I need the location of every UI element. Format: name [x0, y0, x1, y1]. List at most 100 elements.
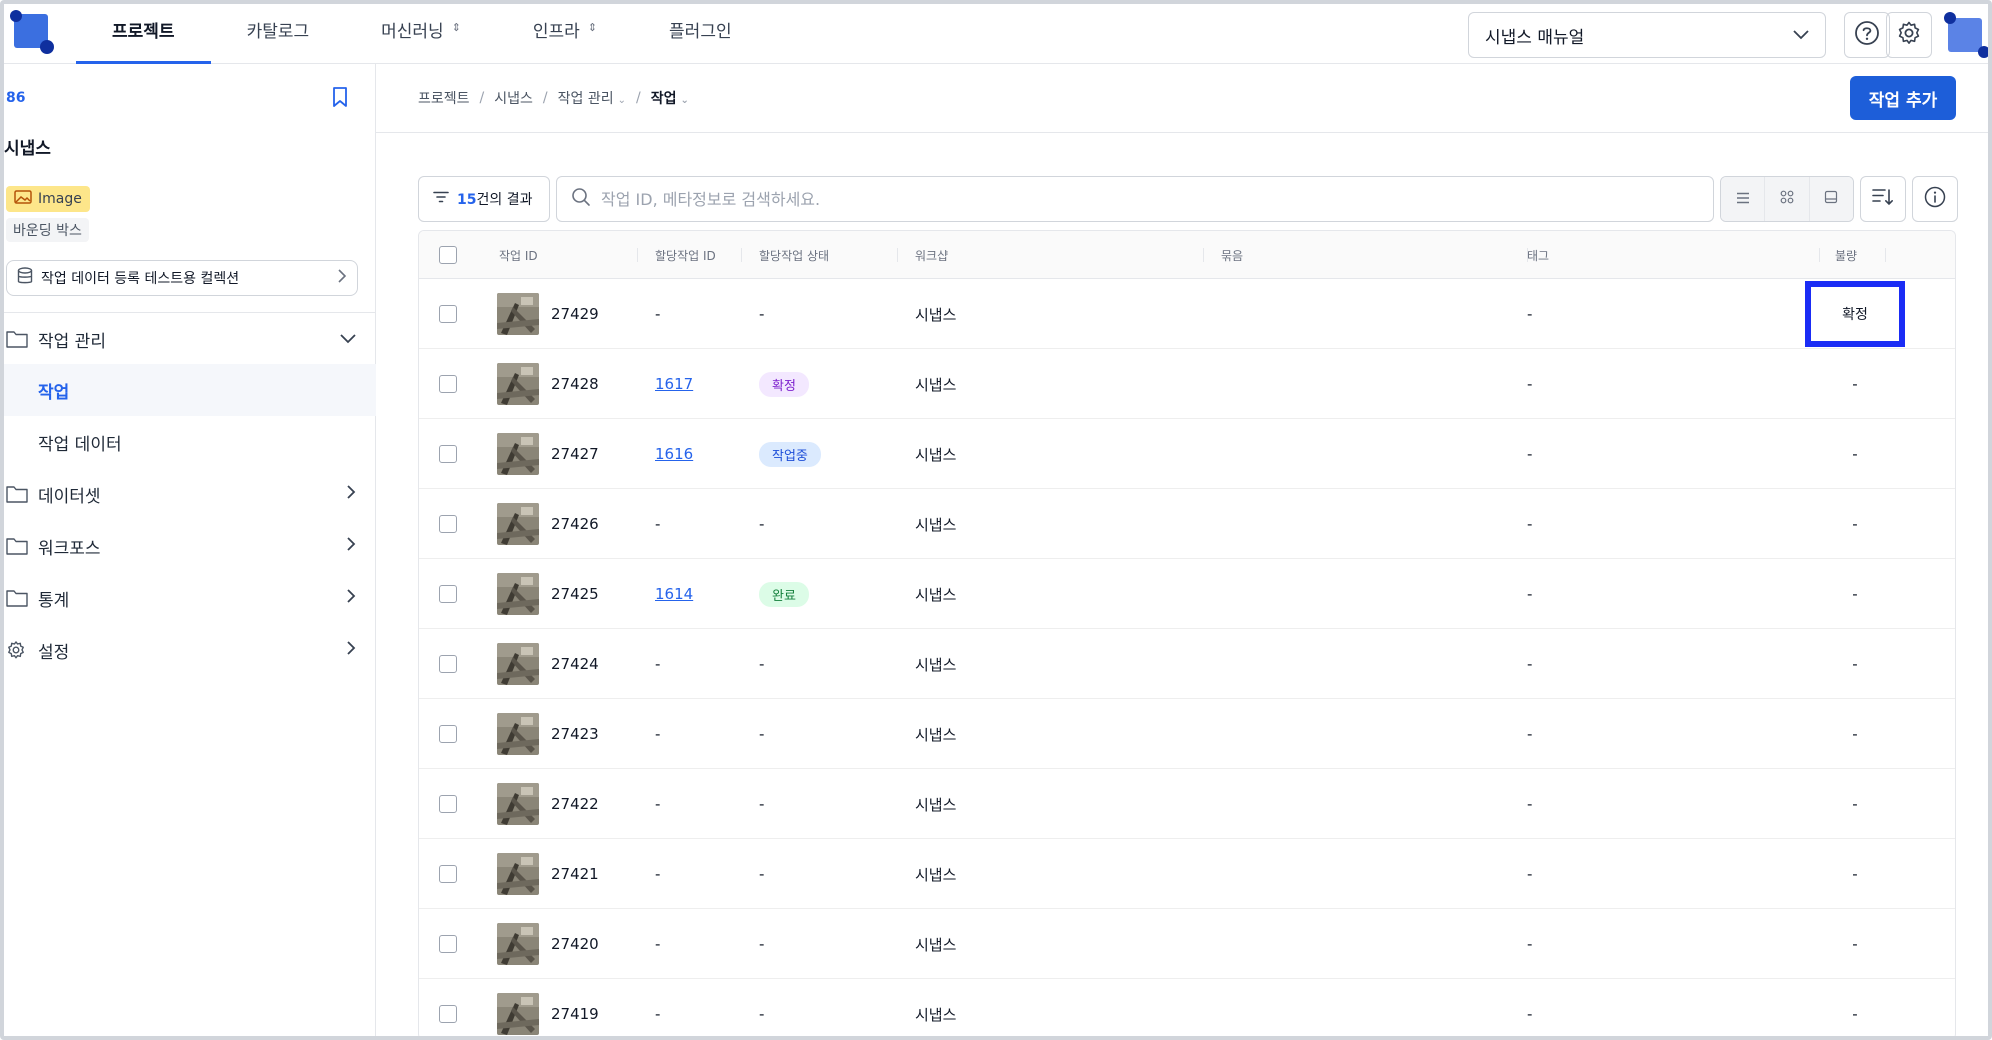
tab-project[interactable]: 프로젝트 — [76, 0, 211, 64]
assign-id-link[interactable]: 1616 — [655, 445, 693, 463]
task-thumbnail[interactable] — [497, 503, 539, 545]
row-checkbox[interactable] — [439, 935, 457, 953]
table-row[interactable]: 27422 - - 시냅스 - - — [419, 769, 1955, 839]
breadcrumb-item-project[interactable]: 프로젝트 — [418, 88, 470, 108]
help-button[interactable] — [1844, 12, 1890, 58]
table-row[interactable]: 27426 - - 시냅스 - - — [419, 489, 1955, 559]
task-thumbnail[interactable] — [497, 293, 539, 335]
task-thumbnail[interactable] — [497, 853, 539, 895]
select-all-checkbox[interactable] — [439, 246, 457, 264]
sidebar-item-dataset[interactable]: 데이터셋 — [0, 469, 376, 519]
search-input[interactable] — [601, 189, 1699, 209]
table-row[interactable]: 27419 - - 시냅스 - - — [419, 979, 1955, 1040]
sidebar-item-statistics[interactable]: 통계 — [0, 573, 376, 623]
column-header-assign-status[interactable]: 할당작업 상태 — [759, 231, 829, 279]
assign-status-cell: - — [759, 515, 765, 533]
task-id-cell[interactable]: 27425 — [551, 559, 599, 629]
assign-id-link[interactable]: 1617 — [655, 375, 693, 393]
breadcrumb-item-synapse[interactable]: 시냅스 — [494, 88, 533, 108]
column-header-group[interactable]: 묶음 — [1221, 231, 1243, 279]
row-checkbox[interactable] — [439, 1005, 457, 1023]
table-row[interactable]: 27428 1617 확정 시냅스 - - — [419, 349, 1955, 419]
task-id-cell[interactable]: 27429 — [551, 279, 599, 349]
assign-status-cell: - — [759, 935, 765, 953]
project-select[interactable]: 시냅스 매뉴얼 — [1468, 12, 1826, 58]
task-thumbnail[interactable] — [497, 923, 539, 965]
folder-icon — [6, 589, 30, 607]
row-checkbox[interactable] — [439, 585, 457, 603]
row-checkbox[interactable] — [439, 655, 457, 673]
row-checkbox[interactable] — [439, 795, 457, 813]
task-thumbnail[interactable] — [497, 783, 539, 825]
info-button[interactable] — [1912, 176, 1958, 222]
task-id-cell[interactable]: 27424 — [551, 629, 599, 699]
card-view-button[interactable] — [1809, 177, 1853, 221]
column-header-assign-id[interactable]: 할당작업 ID — [655, 231, 716, 279]
breadcrumb-item-task-management[interactable]: 작업 관리 ⌄ — [558, 88, 626, 108]
task-id-cell[interactable]: 27419 — [551, 979, 599, 1040]
table-row[interactable]: 27424 - - 시냅스 - - — [419, 629, 1955, 699]
row-checkbox[interactable] — [439, 305, 457, 323]
chevron-right-icon — [346, 588, 356, 609]
add-task-button[interactable]: 작업 추가 — [1850, 76, 1956, 120]
column-header-flag[interactable]: 불량 — [1835, 231, 1857, 279]
sort-button[interactable] — [1860, 176, 1906, 222]
task-thumbnail[interactable] — [497, 433, 539, 475]
sidebar-item-task-management[interactable]: 작업 관리 — [0, 314, 376, 364]
grid-view-button[interactable] — [1765, 177, 1810, 221]
row-checkbox[interactable] — [439, 515, 457, 533]
task-id-cell[interactable]: 27426 — [551, 489, 599, 559]
chevron-right-icon — [346, 640, 356, 661]
row-checkbox[interactable] — [439, 725, 457, 743]
sidebar-item-settings[interactable]: 설정 — [0, 625, 376, 675]
task-thumbnail[interactable] — [497, 363, 539, 405]
collection-link[interactable]: 작업 데이터 등록 테스트용 컬렉션 — [6, 260, 358, 296]
table-row[interactable]: 27429 - - 시냅스 - 확정 — [419, 279, 1955, 349]
task-thumbnail[interactable] — [497, 993, 539, 1035]
task-id-cell[interactable]: 27421 — [551, 839, 599, 909]
breadcrumb-item-task[interactable]: 작업 ⌄ — [651, 88, 689, 108]
table-row[interactable]: 27427 1616 작업중 시냅스 - - — [419, 419, 1955, 489]
bookmark-button[interactable] — [330, 86, 350, 112]
settings-button[interactable] — [1886, 12, 1932, 58]
assign-id-link[interactable]: 1614 — [655, 585, 693, 603]
sidebar-item-label: 통계 — [38, 590, 70, 611]
tag-cell: - — [1527, 795, 1533, 813]
task-thumbnail[interactable] — [497, 713, 539, 755]
sidebar-item-task[interactable]: 작업 — [0, 364, 376, 416]
row-checkbox[interactable] — [439, 865, 457, 883]
table-row[interactable]: 27421 - - 시냅스 - - — [419, 839, 1955, 909]
grid-icon — [1780, 190, 1794, 208]
table-row[interactable]: 27420 - - 시냅스 - - — [419, 909, 1955, 979]
tab-machine-learning[interactable]: 머신러닝 ⇕ — [345, 0, 497, 64]
sidebar-item-workforce[interactable]: 워크포스 — [0, 521, 376, 571]
column-header-tag[interactable]: 태그 — [1527, 231, 1549, 279]
task-id-cell[interactable]: 27422 — [551, 769, 599, 839]
row-checkbox[interactable] — [439, 445, 457, 463]
tab-infra[interactable]: 인프라 ⇕ — [497, 0, 633, 64]
table-row[interactable]: 27425 1614 완료 시냅스 - - — [419, 559, 1955, 629]
tag-cell: - — [1527, 1005, 1533, 1023]
project-id: 86 — [6, 90, 26, 106]
folder-icon — [6, 485, 30, 503]
sidebar-item-task-data[interactable]: 작업 데이터 — [0, 416, 376, 468]
task-id-cell[interactable]: 27423 — [551, 699, 599, 769]
task-id-cell[interactable]: 27427 — [551, 419, 599, 489]
app-logo[interactable] — [10, 10, 54, 54]
flag-highlight-box[interactable]: 확정 — [1805, 281, 1905, 347]
workshop-cell: 시냅스 — [915, 305, 957, 324]
tab-plugin[interactable]: 플러그인 — [633, 0, 768, 64]
tab-catalog[interactable]: 카탈로그 — [211, 0, 346, 64]
user-avatar[interactable] — [1944, 12, 1990, 58]
row-checkbox[interactable] — [439, 375, 457, 393]
assign-status-cell: - — [759, 305, 765, 323]
filter-button[interactable]: 15건의 결과 — [418, 176, 550, 222]
task-thumbnail[interactable] — [497, 573, 539, 615]
task-thumbnail[interactable] — [497, 643, 539, 685]
column-header-task-id[interactable]: 작업 ID — [499, 231, 538, 279]
list-view-button[interactable] — [1721, 177, 1766, 221]
task-id-cell[interactable]: 27420 — [551, 909, 599, 979]
column-header-workshop[interactable]: 워크샵 — [915, 231, 948, 279]
task-id-cell[interactable]: 27428 — [551, 349, 599, 419]
table-row[interactable]: 27423 - - 시냅스 - - — [419, 699, 1955, 769]
